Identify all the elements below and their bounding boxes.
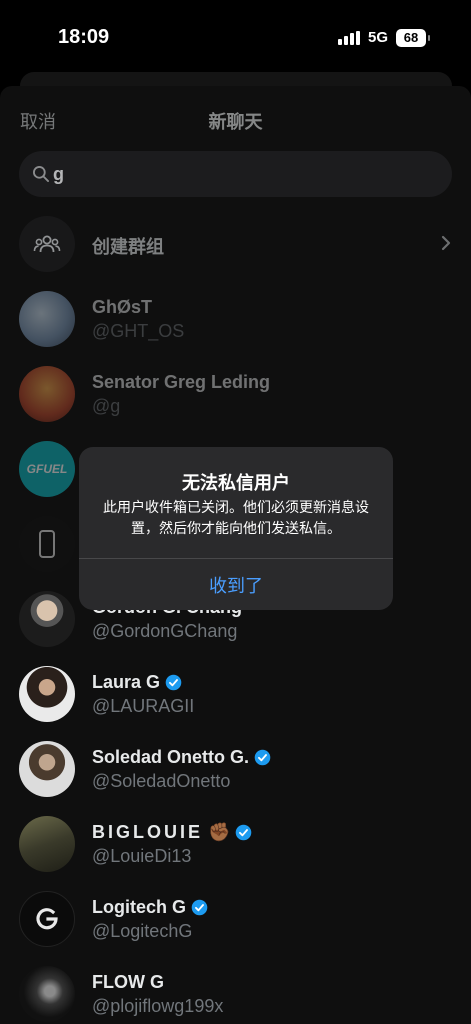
contact-name: Logitech G <box>92 897 208 918</box>
contact-name: Soledad Onetto G. <box>92 747 271 768</box>
verified-badge-icon <box>165 674 182 691</box>
search-icon <box>33 166 49 182</box>
contact-row[interactable]: BIGLOUIE ✊🏾 @LouieDi13 <box>0 816 471 872</box>
contact-handle: @LogitechG <box>92 921 193 941</box>
contact-handle: @LouieDi13 <box>92 846 192 866</box>
signal-icon <box>338 31 360 45</box>
avatar-logo-text: GFUEL <box>26 462 68 476</box>
create-group-item[interactable]: 创建群组 <box>0 216 471 272</box>
avatar <box>19 516 75 572</box>
avatar <box>19 666 75 722</box>
contact-handle: @SoledadOnetto <box>92 771 231 791</box>
contact-row[interactable]: Logitech G @LogitechG <box>0 891 471 947</box>
dialog-message: 此用户收件箱已关闭。他们必须更新消息设置，然后你才能向他们发送私信。 <box>103 499 369 536</box>
contact-name: GhØsT <box>92 297 153 317</box>
network-label: 5G <box>368 29 389 46</box>
create-group-label: 创建群组 <box>92 237 164 257</box>
avatar <box>19 291 75 347</box>
contact-name: FLOW G <box>92 972 164 992</box>
fist-emoji-icon: ✊🏾 <box>208 822 231 842</box>
alert-dialog: 无法私信用户 此用户收件箱已关闭。他们必须更新消息设置，然后你才能向他们发送私信… <box>79 447 393 610</box>
contact-handle: @LAURAGII <box>92 696 195 716</box>
dialog-ok-button[interactable]: 收到了 <box>79 559 393 610</box>
contact-name: Laura G <box>92 672 182 693</box>
page-title: 新聊天 <box>208 112 263 132</box>
verified-badge-icon <box>254 749 271 766</box>
contact-row[interactable]: Senator Greg Leding @g <box>0 366 471 422</box>
status-time: 18:09 <box>58 26 110 48</box>
status-bar: 18:09 5G 68 <box>0 0 471 70</box>
chevron-right-icon <box>441 235 451 251</box>
avatar <box>19 966 75 1022</box>
contact-name: Senator Greg Leding <box>92 372 271 392</box>
avatar <box>19 891 75 947</box>
sheet-header: 取消 新聊天 <box>0 100 471 136</box>
contact-row[interactable]: Soledad Onetto G. @SoledadOnetto <box>0 741 471 797</box>
avatar <box>19 591 75 647</box>
contact-row[interactable]: GhØsT @GHT_OS <box>0 291 471 347</box>
contact-name: BIGLOUIE ✊🏾 <box>92 822 252 843</box>
logo-icon <box>39 530 55 558</box>
verified-badge-icon <box>191 899 208 916</box>
group-icon <box>19 216 75 272</box>
logitech-logo-icon <box>36 908 58 930</box>
search-bar[interactable] <box>19 151 452 197</box>
contact-handle: @g <box>92 396 121 416</box>
contact-handle: @GHT_OS <box>92 321 185 341</box>
contact-handle: @GordonGChang <box>92 621 238 641</box>
contact-row[interactable]: FLOW G @plojiflowg199x <box>0 966 471 1022</box>
dialog-title: 无法私信用户 <box>182 473 290 493</box>
contact-handle: @plojiflowg199x <box>92 996 224 1016</box>
verified-badge-icon <box>236 824 252 841</box>
avatar <box>19 816 75 872</box>
battery-icon: 68 <box>396 29 430 47</box>
search-input[interactable] <box>53 163 433 185</box>
contact-row[interactable]: Laura G @LAURAGII <box>0 666 471 722</box>
avatar <box>19 741 75 797</box>
avatar: GFUEL <box>19 441 75 497</box>
avatar <box>19 366 75 422</box>
